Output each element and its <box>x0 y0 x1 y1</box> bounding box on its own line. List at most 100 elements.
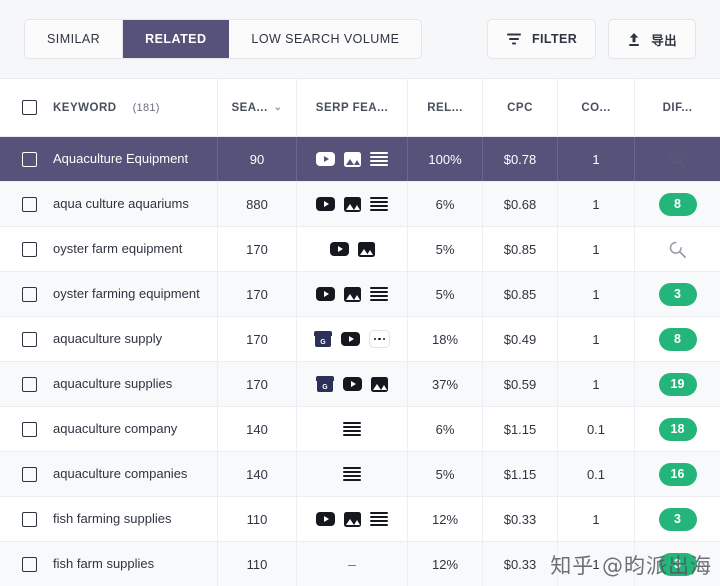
keyword-text[interactable]: aquaculture company <box>53 421 177 438</box>
keyword-text[interactable]: oyster farm equipment <box>53 241 182 258</box>
row-checkbox[interactable] <box>22 241 37 257</box>
keyword-text[interactable]: aqua culture aquariums <box>53 196 189 213</box>
cell-serp-features <box>297 227 408 271</box>
table-row[interactable]: fish farm supplies 110 – 12% $0.33 1 3 <box>0 542 720 586</box>
row-checkbox[interactable] <box>22 376 37 392</box>
table-row[interactable]: Aquaculture Equipment 90 100% $0.78 1 <box>0 137 720 182</box>
keyword-text[interactable]: aquaculture supplies <box>53 376 172 393</box>
keyword-text[interactable]: Aquaculture Equipment <box>53 151 188 168</box>
row-checkbox[interactable] <box>22 511 37 527</box>
row-checkbox[interactable] <box>22 556 37 572</box>
lines-icon[interactable] <box>370 197 388 211</box>
row-checkbox[interactable] <box>22 151 37 167</box>
row-checkbox[interactable] <box>22 196 37 212</box>
cell-keyword[interactable]: aqua culture aquariums <box>0 182 218 226</box>
cell-cpc: $0.49 <box>483 317 558 361</box>
table-row[interactable]: aquaculture supplies 170 G 37% $0.59 1 19 <box>0 362 720 407</box>
header-cell-relevance[interactable]: REL... <box>408 79 483 136</box>
image-icon[interactable] <box>344 151 361 167</box>
cell-keyword[interactable]: aquaculture company <box>0 407 218 451</box>
lines-icon[interactable] <box>343 467 361 481</box>
video-icon[interactable] <box>316 287 335 301</box>
cell-cpc: $0.33 <box>483 497 558 541</box>
header-cell-volume[interactable]: SEA... ⌄ <box>218 79 297 136</box>
lines-icon[interactable] <box>343 422 361 436</box>
cell-difficulty: 16 <box>635 452 720 496</box>
video-icon[interactable] <box>316 152 335 166</box>
image-icon[interactable] <box>357 241 375 257</box>
cell-competition: 1 <box>558 137 635 181</box>
cell-relevance: 37% <box>408 362 483 406</box>
filter-button[interactable]: FILTER <box>486 19 597 59</box>
cell-keyword[interactable]: oyster farming equipment <box>0 272 218 316</box>
image-icon[interactable] <box>371 376 388 392</box>
cell-keyword[interactable]: aquaculture supply <box>0 317 218 361</box>
header-cell-keyword[interactable]: KEYWORD (181) <box>0 79 218 136</box>
video-icon[interactable] <box>316 512 335 526</box>
cell-relevance: 18% <box>408 317 483 361</box>
table-row[interactable]: fish farming supplies 110 12% $0.33 1 3 <box>0 497 720 542</box>
keyword-text[interactable]: fish farming supplies <box>53 511 172 528</box>
cell-keyword[interactable]: Aquaculture Equipment <box>0 137 218 181</box>
header-keyword-count: (181) <box>132 101 160 114</box>
cell-keyword[interactable]: fish farm supplies <box>0 542 218 586</box>
table-row[interactable]: aquaculture supply 170 G 18% $0.49 1 8 <box>0 317 720 362</box>
row-checkbox[interactable] <box>22 286 37 302</box>
row-checkbox[interactable] <box>22 466 37 482</box>
image-icon[interactable] <box>344 286 361 302</box>
shop-icon[interactable]: G <box>314 331 332 347</box>
table-row[interactable]: aquaculture companies 140 5% $1.15 0.1 16 <box>0 452 720 497</box>
video-icon[interactable] <box>341 332 360 346</box>
lines-icon[interactable] <box>370 512 388 526</box>
more-icon[interactable] <box>369 330 390 348</box>
table-row[interactable]: aqua culture aquariums 880 6% $0.68 1 8 <box>0 182 720 227</box>
upload-icon <box>627 32 641 47</box>
video-icon[interactable] <box>343 377 362 391</box>
cell-keyword[interactable]: oyster farm equipment <box>0 227 218 271</box>
lines-icon[interactable] <box>370 287 388 301</box>
keyword-text[interactable]: aquaculture supply <box>53 331 162 348</box>
tab-similar[interactable]: SIMILAR <box>25 20 124 58</box>
table-row[interactable]: oyster farming equipment 170 5% $0.85 1 3 <box>0 272 720 317</box>
export-button[interactable]: 导出 <box>608 19 696 59</box>
cell-keyword[interactable]: aquaculture companies <box>0 452 218 496</box>
cell-search-volume: 140 <box>218 407 297 451</box>
difficulty-badge: 18 <box>658 417 697 441</box>
lines-icon[interactable] <box>370 152 388 166</box>
video-icon[interactable] <box>316 197 335 211</box>
table-row[interactable]: aquaculture company 140 6% $1.15 0.1 18 <box>0 407 720 452</box>
keyword-text[interactable]: oyster farming equipment <box>53 286 200 303</box>
header-cell-cpc[interactable]: CPC <box>483 79 558 136</box>
cell-serp-features <box>297 137 408 181</box>
chevron-down-icon[interactable]: ⌄ <box>274 102 283 113</box>
keyword-text[interactable]: aquaculture companies <box>53 466 187 483</box>
cell-serp-features: G <box>297 362 408 406</box>
cell-difficulty <box>635 137 720 181</box>
cell-search-volume: 170 <box>218 362 297 406</box>
cell-cpc: $1.15 <box>483 407 558 451</box>
table-row[interactable]: oyster farm equipment 170 5% $0.85 1 <box>0 227 720 272</box>
shop-icon[interactable]: G <box>316 376 334 392</box>
select-all-checkbox[interactable] <box>22 100 37 115</box>
header-cell-competition[interactable]: CO... <box>558 79 635 136</box>
header-cell-difficulty[interactable]: DIF... <box>635 79 720 136</box>
cell-search-volume: 110 <box>218 497 297 541</box>
video-icon[interactable] <box>329 242 349 256</box>
keyword-text[interactable]: fish farm supplies <box>53 556 154 573</box>
header-cell-serp[interactable]: SERP FEA... <box>297 79 408 136</box>
tab-related[interactable]: RELATED <box>123 20 230 58</box>
cell-search-volume: 140 <box>218 452 297 496</box>
cell-keyword[interactable]: fish farming supplies <box>0 497 218 541</box>
cell-keyword[interactable]: aquaculture supplies <box>0 362 218 406</box>
row-checkbox[interactable] <box>22 421 37 437</box>
cell-competition: 0.1 <box>558 407 635 451</box>
cell-search-volume: 170 <box>218 227 297 271</box>
cell-relevance: 5% <box>408 227 483 271</box>
row-checkbox[interactable] <box>22 331 37 347</box>
cell-competition: 1 <box>558 497 635 541</box>
tab-low-search-volume[interactable]: LOW SEARCH VOLUME <box>229 20 422 58</box>
image-icon[interactable] <box>344 511 361 527</box>
image-icon[interactable] <box>344 196 361 212</box>
cell-cpc: $0.33 <box>483 542 558 586</box>
cell-difficulty <box>635 227 720 271</box>
